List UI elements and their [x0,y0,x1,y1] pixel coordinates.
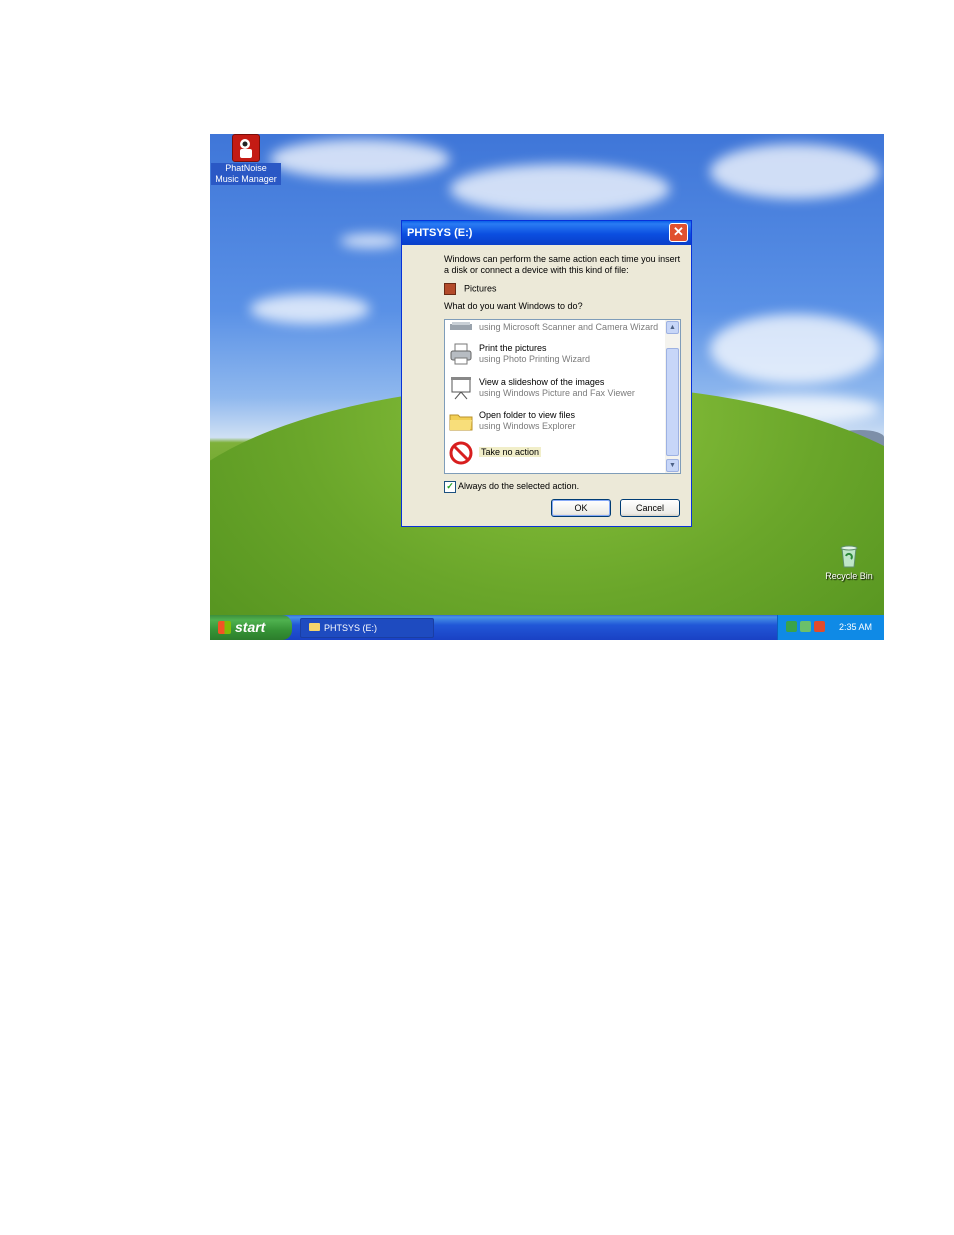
scroll-thumb[interactable] [666,348,679,456]
windows-logo-icon [218,621,231,634]
dialog-title: PHTSYS (E:) [407,227,473,239]
content-type-row: Pictures [444,283,497,295]
no-action-icon [449,441,473,465]
network-tray-icon[interactable] [786,621,797,632]
pictures-icon [444,283,456,295]
cancel-button[interactable]: Cancel [620,499,680,517]
phatnoise-app-icon [232,134,260,162]
clock[interactable]: 2:35 AM [839,615,872,640]
recycle-bin-desktop-icon[interactable]: Recycle Bin [814,542,884,582]
scanner-icon [449,320,473,334]
recycle-bin-icon [835,542,863,570]
action-list[interactable]: using Microsoft Scanner and Camera Wizar… [444,319,681,474]
action-subtitle: using Windows Picture and Fax Viewer [479,388,635,398]
action-title: Take no action [479,447,542,457]
action-subtitle: using Photo Printing Wizard [479,354,591,364]
dialog-question: What do you want Windows to do? [444,301,583,311]
action-subtitle: using Windows Explorer [479,421,576,431]
autoplay-dialog: PHTSYS (E:) ✕ Windows can perform the sa… [401,220,692,527]
system-tray: 2:35 AM [777,615,884,640]
taskbar-item-label: PHTSYS (E:) [324,623,378,633]
taskbar-item-phtsys[interactable]: PHTSYS (E:) [300,618,434,638]
content-type-label: Pictures [464,283,497,294]
scroll-up-button[interactable]: ▲ [666,321,679,334]
security-alert-tray-icon[interactable] [814,621,825,632]
start-label: start [235,619,266,635]
action-item-slideshow[interactable]: View a slideshow of the images using Win… [447,374,663,404]
safely-remove-tray-icon[interactable] [800,621,811,632]
slideshow-icon [449,376,473,400]
taskbar: start PHTSYS (E:) 2:35 AM [210,615,884,640]
always-do-row[interactable]: ✓ Always do the selected action. [444,480,579,493]
phatnoise-desktop-icon[interactable]: PhatNoise Music Manager [211,134,281,185]
always-checkbox[interactable]: ✓ [444,480,456,493]
always-label: Always do the selected action. [458,481,580,491]
action-item-no-action[interactable]: Take no action [447,439,663,469]
desktop-icon-label: Recycle Bin [825,571,873,581]
folder-icon [309,623,320,631]
close-button[interactable]: ✕ [669,223,688,242]
action-title: View a slideshow of the images [479,377,605,387]
chevron-up-icon: ▲ [669,324,676,331]
chevron-down-icon: ▼ [669,462,676,469]
dialog-titlebar[interactable]: PHTSYS (E:) ✕ [402,221,691,245]
desktop: PhatNoise Music Manager Recycle Bin PHTS… [210,134,884,640]
ok-button[interactable]: OK [551,499,611,517]
action-title: Open folder to view files [479,410,576,420]
desktop-icon-label: Music Manager [211,174,281,185]
printer-icon [449,342,473,366]
start-button[interactable]: start [210,615,292,640]
action-list-scrollbar[interactable]: ▲ ▼ [665,320,680,473]
scroll-down-button[interactable]: ▼ [666,459,679,472]
desktop-icon-label: PhatNoise [211,163,281,174]
action-subtitle: using Microsoft Scanner and Camera Wizar… [479,322,659,332]
dialog-intro-text: Windows can perform the same action each… [444,254,681,275]
close-icon: ✕ [673,224,684,239]
action-item-open-folder[interactable]: Open folder to view files using Windows … [447,407,663,437]
folder-icon [449,409,473,433]
action-title: Print the pictures [479,343,547,353]
action-item-scanner[interactable]: using Microsoft Scanner and Camera Wizar… [447,320,663,338]
action-item-print[interactable]: Print the pictures using Photo Printing … [447,340,663,370]
